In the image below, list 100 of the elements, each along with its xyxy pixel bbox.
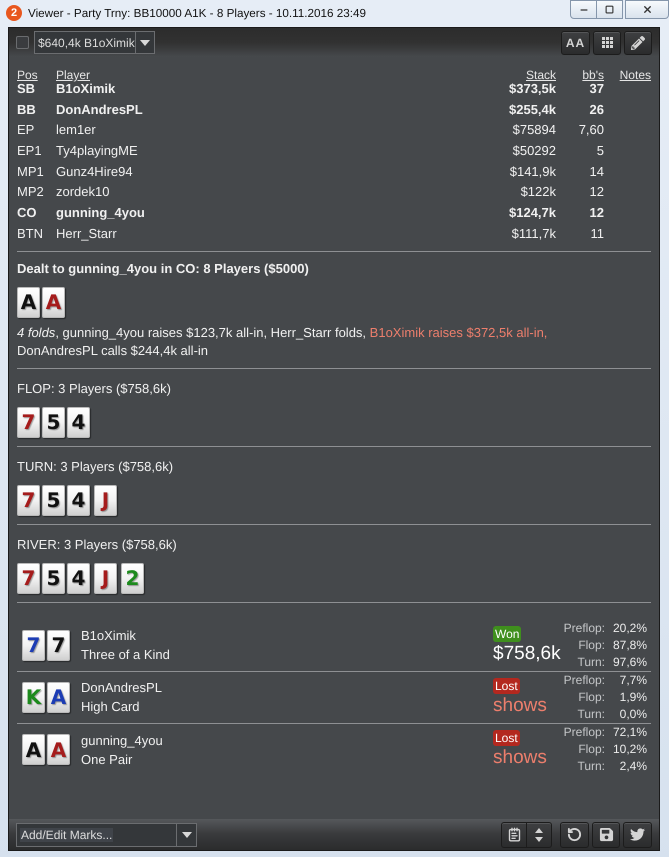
hand-rank-text: Three of a Kind <box>81 646 171 664</box>
player-name-cell-text: B1oXimik <box>56 81 116 98</box>
street-heading: Dealt to gunning_4you in CO: 8 Players ($5000) <box>17 260 310 278</box>
stack-cell-text: $373,5k <box>508 80 556 98</box>
stack-cell-text: $255,4k <box>508 100 556 119</box>
action-summary: 4 folds, gunning_4you raises $123,7k all-in, Herr_Starr folds, B1oXimik raises $372,5k all-in, DonAndresPL calls $244,4k all-in <box>17 324 548 360</box>
equity-value: 2,4% <box>618 758 647 775</box>
player-name-cell-text: Herr_Starr <box>56 224 118 243</box>
pencil-icon <box>631 36 645 50</box>
position-cell-text: BB <box>17 100 37 119</box>
player-name-cell-text: Gunz4Hire94 <box>56 162 134 181</box>
position-cell-text: BTN <box>17 224 44 243</box>
stack-cell-text: $122k <box>520 183 556 202</box>
equity-value: 72,1% <box>612 724 647 741</box>
window-title: Viewer - Party Trny: BB10000 A1K - 8 Players - 10.11.2016 23:49 <box>28 6 366 21</box>
big-blinds-cell-text: 12 <box>588 183 604 202</box>
caret-icon <box>182 832 192 838</box>
playing-card: 5 <box>42 562 65 594</box>
close-icon <box>642 4 652 15</box>
playing-card: 7 <box>17 484 40 516</box>
checkbox[interactable] <box>16 36 29 49</box>
font-size-button[interactable]: AA <box>561 30 590 54</box>
player-name-cell-text: DonAndresPL <box>56 100 144 119</box>
street-heading: TURN: 3 Players ($758,6k) <box>17 458 174 476</box>
position-cell-text: CO <box>17 204 38 222</box>
stack-cell-text: $111,7k <box>510 224 556 243</box>
street-heading: RIVER: 3 Players ($758,6k) <box>17 536 178 554</box>
position-cell-text: MP1 <box>17 162 45 181</box>
notepad-icon <box>506 827 522 842</box>
playing-card: 7 <box>47 630 70 660</box>
equity-value: 0,0% <box>618 706 647 722</box>
playing-card: 4 <box>67 562 90 594</box>
result-text: $758,6k <box>493 642 561 664</box>
stack-cell-text: $141,9k <box>508 162 556 181</box>
column-header[interactable]: bb's <box>582 68 604 82</box>
column-header[interactable]: Player <box>56 68 90 82</box>
result-text: shows <box>493 746 547 769</box>
equity-label: Preflop: <box>562 620 605 636</box>
up-down-arrows-icon <box>535 828 543 842</box>
refresh-button[interactable] <box>560 822 589 848</box>
playing-card: 4 <box>67 406 90 438</box>
equity-value: 97,6% <box>612 654 647 670</box>
playing-card: A <box>17 286 40 318</box>
position-cell-text: SB <box>17 80 36 98</box>
maximize-button[interactable] <box>597 0 623 19</box>
hand-rank-text: High Card <box>81 698 141 716</box>
equity-value: 20,2% <box>612 620 647 636</box>
result-tag: Lost <box>493 678 520 694</box>
playing-card: A <box>22 734 45 765</box>
big-blinds-cell-text: 5 <box>596 142 604 160</box>
playing-card: A <box>42 286 65 318</box>
position-cell-text: EP1 <box>17 142 43 160</box>
player-name: B1oXimik <box>81 627 137 645</box>
playing-card: 7 <box>22 630 45 660</box>
edit-button[interactable] <box>624 30 652 54</box>
stack-cell-text: $75894 <box>512 121 556 140</box>
caret-icon <box>140 40 150 46</box>
result-text: shows <box>493 694 547 716</box>
player-name-cell-text: lem1er <box>56 121 97 140</box>
big-blinds-cell-text: 11 <box>590 224 604 243</box>
equity-value: 7,7% <box>618 672 647 688</box>
player-name-cell-text: gunning_4you <box>56 204 146 222</box>
player-name-cell-text: zordek10 <box>56 183 110 202</box>
grid-icon <box>602 37 612 48</box>
stack-cell-text: $124,7k <box>508 204 556 222</box>
grid-view-button[interactable] <box>593 30 621 54</box>
playing-card: 7 <box>17 406 40 438</box>
playing-card: 5 <box>42 484 65 516</box>
equity-value: 87,8% <box>612 636 647 654</box>
player-name: DonAndresPL <box>81 679 163 697</box>
player-name-cell-text: Ty4playingME <box>56 142 139 160</box>
position-cell-text: EP <box>17 121 36 140</box>
position-cell-text: MP2 <box>17 183 45 202</box>
big-blinds-cell-text: 14 <box>588 162 604 181</box>
bird-icon <box>630 827 645 842</box>
maximize-icon <box>605 5 614 14</box>
equity-label: Preflop: <box>562 672 605 688</box>
hand-rank-text: One Pair <box>81 750 134 768</box>
playing-card: A <box>47 682 70 712</box>
result-tag: Won <box>493 626 522 642</box>
equity-label: Turn: <box>576 706 605 722</box>
big-blinds-cell-text: 37 <box>588 80 604 98</box>
playing-card: J <box>94 562 117 594</box>
equity-label: Preflop: <box>562 724 605 741</box>
playing-card: 5 <box>42 406 65 438</box>
close-button[interactable] <box>625 0 669 19</box>
marks-dropdown[interactable]: Add/Edit Marks... <box>16 822 197 846</box>
share-button[interactable] <box>623 822 652 848</box>
column-header[interactable]: Pos <box>17 68 38 82</box>
column-header[interactable]: Notes <box>620 68 651 82</box>
playing-card: K <box>22 682 45 712</box>
refresh-icon <box>567 827 582 842</box>
app-logo: 2 <box>6 5 22 21</box>
column-header[interactable]: Stack <box>526 68 556 82</box>
save-button[interactable] <box>592 822 620 848</box>
equity-label: Flop: <box>577 636 605 654</box>
hand-selector-dropdown[interactable]: $640,4k B1oXimik <box>34 31 155 54</box>
big-blinds-cell-text: 26 <box>588 100 604 119</box>
playing-card: 2 <box>121 562 144 594</box>
equity-label: Flop: <box>577 741 605 758</box>
